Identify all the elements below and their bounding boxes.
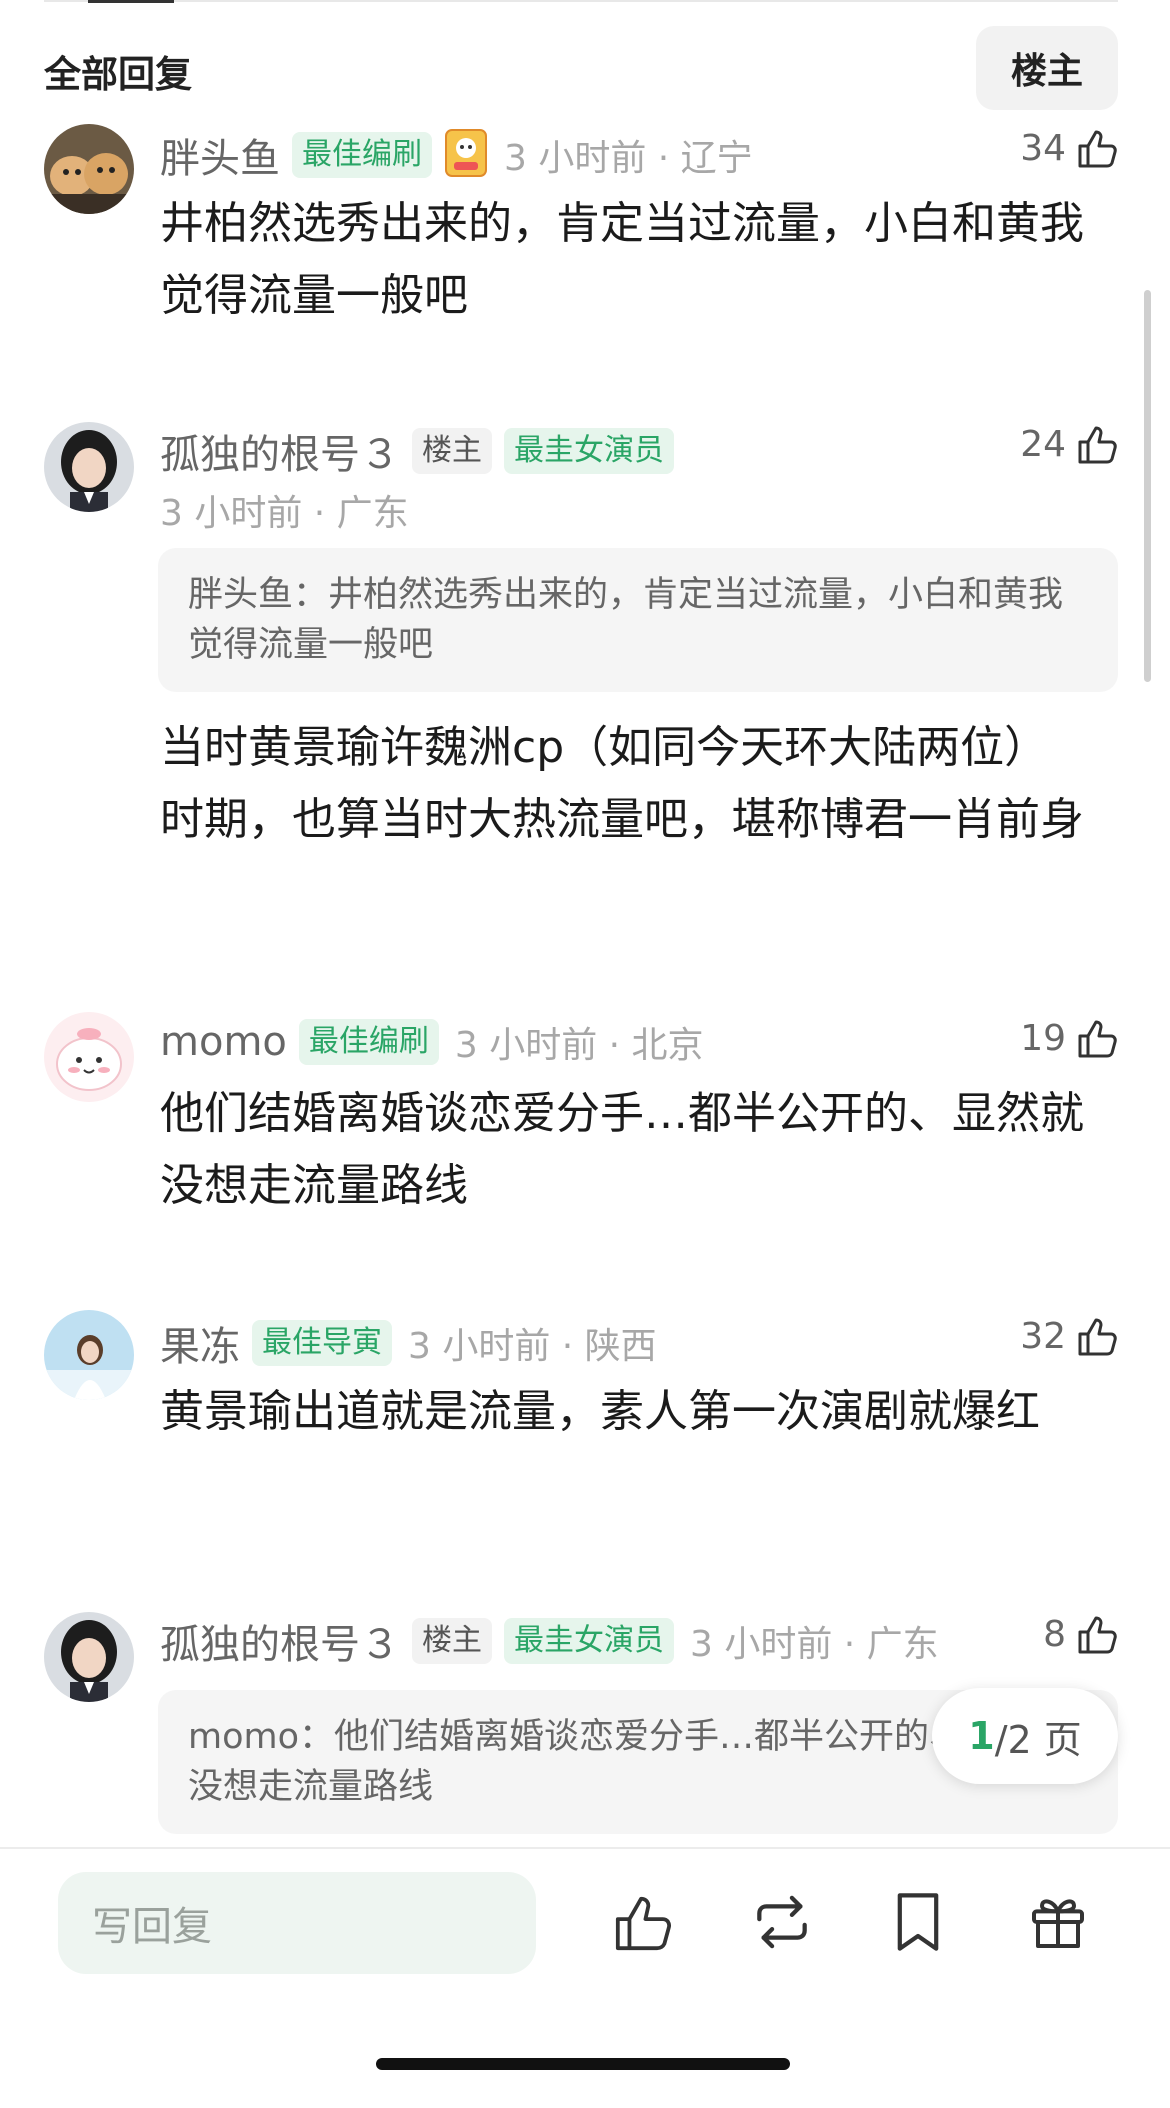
bookmark-icon[interactable] — [890, 1888, 954, 1956]
username[interactable]: momo — [160, 1019, 287, 1065]
repost-icon[interactable] — [748, 1888, 812, 1956]
timestamp-location: 3 小时前 · 陕西 — [408, 1326, 657, 1367]
thumbs-up-icon[interactable] — [1076, 1612, 1120, 1656]
op-badge: 楼主 — [412, 428, 492, 474]
quoted-reply[interactable]: 胖头鱼：井柏然选秀出来的，肯定当过流量，小白和黄我觉得流量一般吧 — [158, 548, 1118, 692]
username[interactable]: 孤独的根号３ — [160, 1612, 400, 1670]
like-count: 8 — [1043, 1613, 1066, 1655]
avatar[interactable] — [44, 1612, 134, 1702]
avatar[interactable] — [44, 422, 134, 512]
current-page: 1 — [968, 1714, 995, 1758]
comment-meta: 孤独的根号３ 楼主 最圭女演员 3 小时前 · 广东 — [160, 1612, 939, 1670]
comment-meta: 孤独的根号３ 楼主 最圭女演员 — [160, 422, 674, 480]
badge: 最圭女演员 — [504, 428, 674, 474]
like-count: 19 — [1020, 1017, 1066, 1059]
like-icon[interactable] — [612, 1888, 676, 1956]
avatar[interactable] — [44, 1310, 134, 1400]
comment-meta: 胖头鱼 最佳编刷 3 小时前 · 辽宁 — [160, 126, 753, 184]
username[interactable]: 胖头鱼 — [160, 126, 280, 184]
comment-text: 黄景瑜出道就是流量，素人第一次演剧就爆红 — [160, 1386, 1040, 1437]
thumbs-up-icon[interactable] — [1076, 1016, 1120, 1060]
comment-meta: momo 最佳编刷 3 小时前 · 北京 — [160, 1016, 704, 1068]
badge: 最佳编刷 — [298, 1019, 439, 1065]
gift-icon[interactable] — [1026, 1888, 1090, 1956]
pagination-indicator[interactable]: 1/2 页 — [932, 1688, 1118, 1784]
comment-text: 当时黄景瑜许魏洲cp（如同今天环大陆两位）时期，也算当时大热流量吧，堪称博君一肖… — [160, 722, 1084, 845]
like-count: 32 — [1020, 1315, 1066, 1357]
like-group[interactable]: 19 — [1020, 1016, 1120, 1060]
scrollbar[interactable] — [1144, 290, 1151, 682]
page-total: /2 页 — [994, 1717, 1082, 1762]
active-tab-indicator — [88, 0, 174, 3]
home-indicator[interactable] — [376, 2058, 790, 2070]
reply-input[interactable]: 写回复 — [58, 1872, 536, 1974]
comment-text: 他们结婚离婚谈恋爱分手…都半公开的、显然就没想走流量路线 — [160, 1088, 1084, 1211]
sticker-icon — [444, 128, 488, 182]
avatar[interactable] — [44, 124, 134, 214]
timestamp-location: 3 小时前 · 广东 — [160, 493, 409, 534]
comment-text: 井柏然选秀出来的，肯定当过流量，小白和黄我觉得流量一般吧 — [160, 198, 1084, 321]
timestamp-location: 3 小时前 · 广东 — [690, 1624, 939, 1665]
op-badge: 楼主 — [412, 1618, 492, 1664]
reply-placeholder: 写回复 — [92, 1904, 212, 1950]
username[interactable]: 果冻 — [160, 1314, 240, 1372]
like-group[interactable]: 8 — [1043, 1612, 1120, 1656]
like-count: 24 — [1020, 423, 1066, 465]
like-group[interactable]: 24 — [1020, 422, 1120, 466]
timestamp-location: 3 小时前 · 辽宁 — [504, 138, 753, 179]
like-group[interactable]: 34 — [1020, 126, 1120, 170]
op-only-button[interactable]: 楼主 — [976, 26, 1118, 110]
avatar[interactable] — [44, 1012, 134, 1102]
thumbs-up-icon[interactable] — [1076, 422, 1120, 466]
badge: 最圭女演员 — [504, 1618, 674, 1664]
like-group[interactable]: 32 — [1020, 1314, 1120, 1358]
badge: 最佳编刷 — [292, 132, 432, 178]
thumbs-up-icon[interactable] — [1076, 126, 1120, 170]
thumbs-up-icon[interactable] — [1076, 1314, 1120, 1358]
badge: 最佳导寅 — [252, 1320, 392, 1366]
comment-meta: 果冻 最佳导寅 3 小时前 · 陕西 — [160, 1314, 657, 1372]
like-count: 34 — [1020, 127, 1066, 169]
comment-meta-second-line: 3 小时前 · 广东 — [160, 484, 409, 536]
bottom-bar-divider — [0, 1847, 1170, 1849]
top-divider — [44, 0, 1118, 2]
timestamp-location: 3 小时前 · 北京 — [454, 1025, 704, 1066]
username[interactable]: 孤独的根号３ — [160, 422, 400, 480]
section-title: 全部回复 — [44, 53, 192, 96]
